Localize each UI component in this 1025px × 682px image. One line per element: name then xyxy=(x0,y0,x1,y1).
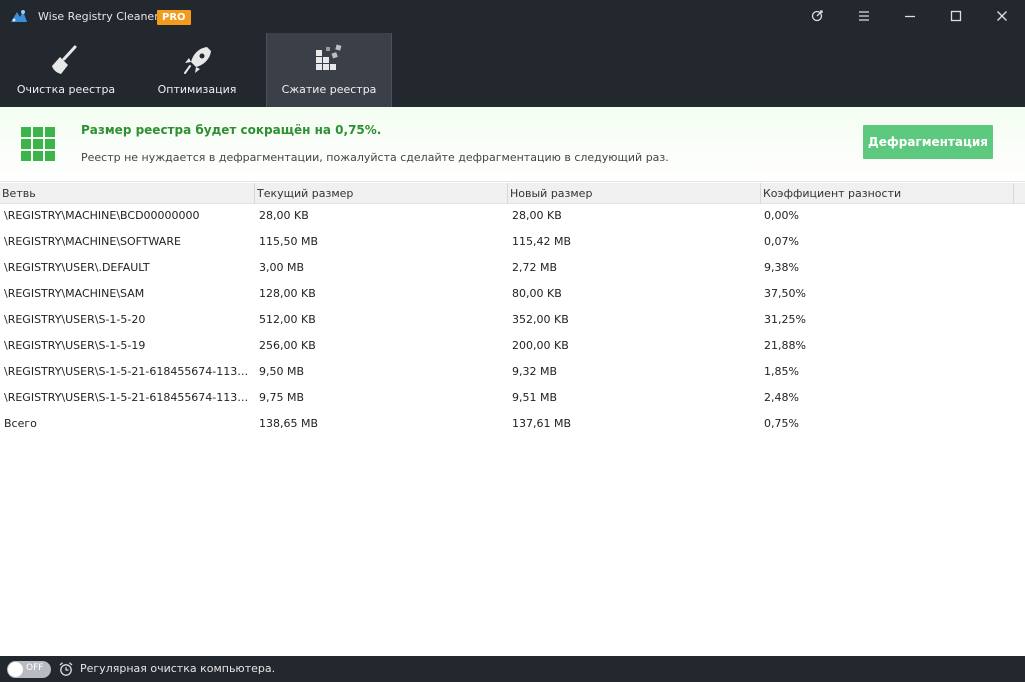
menu-button[interactable] xyxy=(851,4,877,28)
toggle-knob xyxy=(8,662,23,677)
cell-ratio: 9,38% xyxy=(764,261,799,274)
tab-optimization[interactable]: Оптимизация xyxy=(145,33,249,107)
cell-new-size: 200,00 KB xyxy=(512,339,569,352)
blocks-icon xyxy=(311,43,347,77)
title-bar: Wise Registry Cleaner X PRO xyxy=(0,0,1025,33)
cell-ratio: 0,07% xyxy=(764,235,799,248)
cell-branch: \REGISTRY\USER\S-1-5-21-618455674-113426… xyxy=(4,391,254,404)
cell-new-size: 137,61 MB xyxy=(512,417,572,430)
result-banner: Размер реестра будет сокращён на 0,75%. … xyxy=(0,107,1025,182)
cell-branch: \REGISTRY\USER\S-1-5-21-618455674-113426… xyxy=(4,365,254,378)
cell-current-size: 256,00 KB xyxy=(259,339,316,352)
cell-branch: \REGISTRY\MACHINE\SOFTWARE xyxy=(4,235,181,248)
cell-ratio: 37,50% xyxy=(764,287,806,300)
table-header: Ветвь Текущий размер Новый размер Коэффи… xyxy=(0,183,1025,204)
minimize-button[interactable] xyxy=(897,4,923,28)
table-row[interactable]: \REGISTRY\USER\S-1-5-19 256,00 KB 200,00… xyxy=(0,334,1025,360)
cell-branch: \REGISTRY\USER\.DEFAULT xyxy=(4,261,150,274)
cell-ratio: 0,75% xyxy=(764,417,799,430)
cell-new-size: 115,42 MB xyxy=(512,235,572,248)
cell-ratio: 31,25% xyxy=(764,313,806,326)
alarm-clock-icon xyxy=(59,662,73,676)
scheduled-cleaning-toggle[interactable]: OFF xyxy=(7,661,51,678)
table-row[interactable]: \REGISTRY\USER\.DEFAULT 3,00 MB 2,72 MB … xyxy=(0,256,1025,282)
cell-current-size: 9,50 MB xyxy=(259,365,305,378)
cell-new-size: 9,51 MB xyxy=(512,391,558,404)
cell-branch: Всего xyxy=(4,417,37,430)
cell-ratio: 2,48% xyxy=(764,391,799,404)
table-row-total[interactable]: Всего 138,65 MB 137,61 MB 0,75% xyxy=(0,412,1025,438)
app-title: Wise Registry Cleaner X xyxy=(38,10,170,23)
banner-subtitle: Реестр не нуждается в дефрагментации, по… xyxy=(81,151,669,164)
cell-current-size: 9,75 MB xyxy=(259,391,305,404)
scheduled-cleaning-label: Регулярная очистка компьютера. xyxy=(80,662,276,675)
table-row[interactable]: \REGISTRY\MACHINE\BCD00000000 28,00 KB 2… xyxy=(0,204,1025,230)
maximize-icon xyxy=(950,10,962,22)
menu-icon xyxy=(859,11,869,21)
pro-badge: PRO xyxy=(157,10,191,25)
app-window: Wise Registry Cleaner X PRO Очистка реес… xyxy=(0,0,1025,682)
cell-new-size: 352,00 KB xyxy=(512,313,569,326)
table-row[interactable]: \REGISTRY\USER\S-1-5-21-618455674-113426… xyxy=(0,386,1025,412)
cell-current-size: 138,65 MB xyxy=(259,417,319,430)
theme-button[interactable] xyxy=(805,4,831,28)
cell-new-size: 9,32 MB xyxy=(512,365,558,378)
defragment-button[interactable]: Дефрагментация xyxy=(863,125,993,159)
column-header-branch[interactable]: Ветвь xyxy=(0,183,255,204)
close-button[interactable] xyxy=(989,4,1015,28)
table-row[interactable]: \REGISTRY\MACHINE\SAM 128,00 KB 80,00 KB… xyxy=(0,282,1025,308)
cell-branch: \REGISTRY\MACHINE\BCD00000000 xyxy=(4,209,200,222)
table-body: \REGISTRY\MACHINE\BCD00000000 28,00 KB 2… xyxy=(0,204,1025,438)
banner-title: Размер реестра будет сокращён на 0,75%. xyxy=(81,123,382,137)
cell-new-size: 28,00 KB xyxy=(512,209,562,222)
toggle-state: OFF xyxy=(26,663,44,673)
table-row[interactable]: \REGISTRY\USER\S-1-5-20 512,00 KB 352,00… xyxy=(0,308,1025,334)
top-bar: Wise Registry Cleaner X PRO Очистка реес… xyxy=(0,0,1025,107)
status-bar: OFF Регулярная очистка компьютера. xyxy=(0,656,1025,682)
maximize-button[interactable] xyxy=(943,4,969,28)
cell-current-size: 115,50 MB xyxy=(259,235,319,248)
rocket-icon xyxy=(179,43,215,77)
column-header-current-size[interactable]: Текущий размер xyxy=(255,183,508,204)
close-icon xyxy=(997,11,1007,21)
tab-registry-defrag[interactable]: Сжатие реестра xyxy=(266,33,392,107)
tab-label: Сжатие реестра xyxy=(281,83,377,96)
tab-label: Оптимизация xyxy=(157,83,237,96)
cell-ratio: 0,00% xyxy=(764,209,799,222)
cell-branch: \REGISTRY\MACHINE\SAM xyxy=(4,287,145,300)
cell-ratio: 21,88% xyxy=(764,339,806,352)
cell-current-size: 128,00 KB xyxy=(259,287,316,300)
cell-branch: \REGISTRY\USER\S-1-5-19 xyxy=(4,339,146,352)
cell-new-size: 80,00 KB xyxy=(512,287,562,300)
cell-current-size: 28,00 KB xyxy=(259,209,309,222)
tab-registry-cleaner[interactable]: Очистка реестра xyxy=(12,33,120,107)
table-row[interactable]: \REGISTRY\USER\S-1-5-21-618455674-113426… xyxy=(0,360,1025,386)
tab-label: Очистка реестра xyxy=(16,83,116,96)
registry-grid-icon xyxy=(21,127,55,161)
cell-current-size: 512,00 KB xyxy=(259,313,316,326)
cell-new-size: 2,72 MB xyxy=(512,261,558,274)
cell-current-size: 3,00 MB xyxy=(259,261,305,274)
table-row[interactable]: \REGISTRY\MACHINE\SOFTWARE 115,50 MB 115… xyxy=(0,230,1025,256)
column-header-new-size[interactable]: Новый размер xyxy=(508,183,761,204)
broom-icon xyxy=(48,43,84,77)
minimize-icon xyxy=(905,15,915,18)
app-logo-icon xyxy=(11,10,27,22)
column-header-ratio[interactable]: Коэффициент разности xyxy=(761,183,1014,204)
cell-branch: \REGISTRY\USER\S-1-5-20 xyxy=(4,313,146,326)
cell-ratio: 1,85% xyxy=(764,365,799,378)
theme-icon xyxy=(811,10,823,22)
